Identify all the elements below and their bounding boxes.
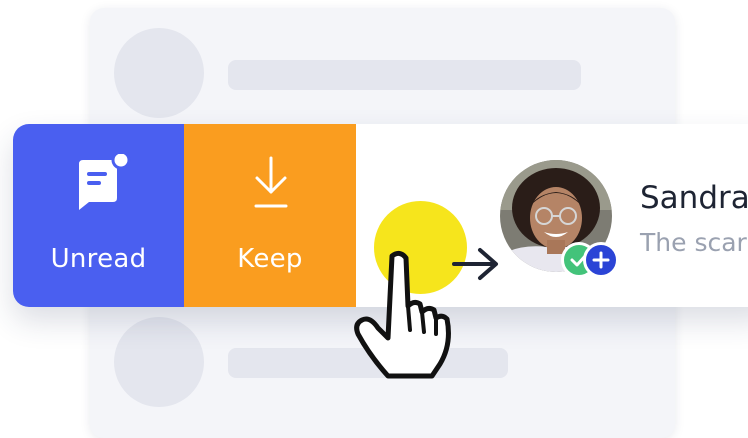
hand-pointer-icon — [348, 246, 458, 384]
placeholder-avatar-top — [114, 28, 204, 118]
download-icon — [251, 154, 291, 214]
unread-action-button[interactable]: Unread — [13, 124, 184, 307]
placeholder-line-top — [228, 60, 581, 90]
chat-bubble-unread-icon — [75, 150, 131, 214]
plus-icon — [592, 251, 610, 269]
keep-action-label: Keep — [237, 244, 303, 274]
add-badge[interactable] — [583, 242, 619, 278]
message-preview: The scar — [640, 228, 747, 257]
contact-name: Sandra — [640, 180, 748, 216]
placeholder-avatar-bottom — [114, 317, 204, 407]
keep-action-button[interactable]: Keep — [184, 124, 356, 307]
unread-action-label: Unread — [50, 244, 147, 274]
